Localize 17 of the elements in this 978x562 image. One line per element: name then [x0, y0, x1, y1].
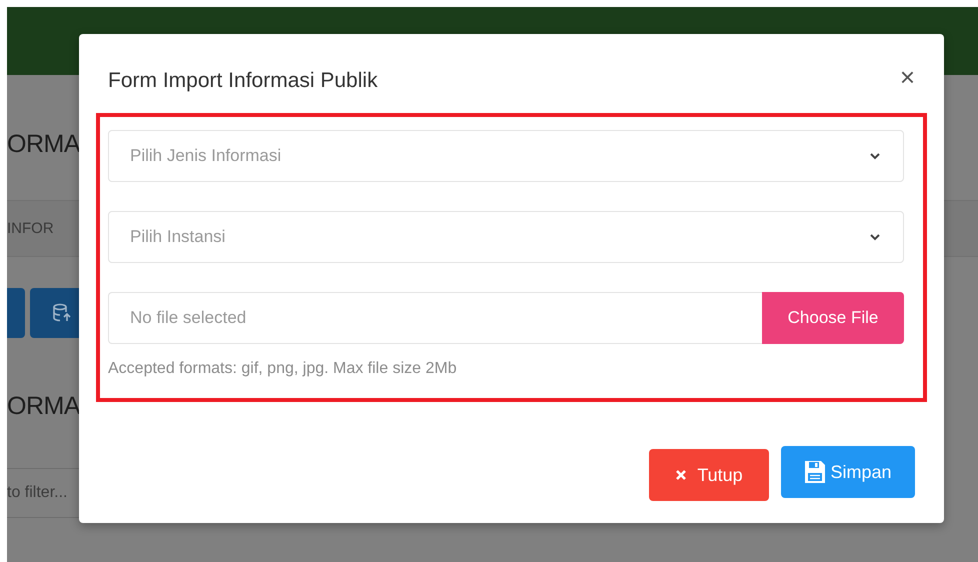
select-field[interactable]: Pilih Jenis Informasi — [108, 130, 904, 182]
section-title: ORMA — [7, 391, 80, 422]
modal-title: Form Import Informasi Publik — [108, 68, 378, 92]
close-icon — [675, 469, 688, 481]
file-name-field: No file selected — [108, 292, 762, 344]
chevron-down-icon — [869, 152, 881, 160]
save-icon — [804, 460, 826, 484]
choose-file-button[interactable]: Choose File — [762, 292, 904, 344]
select-field[interactable]: Pilih Instansi — [108, 211, 904, 263]
database-upload-icon — [52, 303, 72, 323]
close-button[interactable]: × — [900, 64, 915, 90]
page-title: ORMA — [7, 129, 80, 160]
chevron-down-icon — [869, 233, 881, 241]
hint-text: Accepted formats: gif, png, jpg. Max file size 2Mb — [108, 360, 458, 378]
footer-button[interactable]: Simpan — [781, 446, 915, 498]
breadcrumb: INFOR — [7, 220, 54, 237]
footer-button[interactable]: Tutup — [649, 449, 769, 501]
